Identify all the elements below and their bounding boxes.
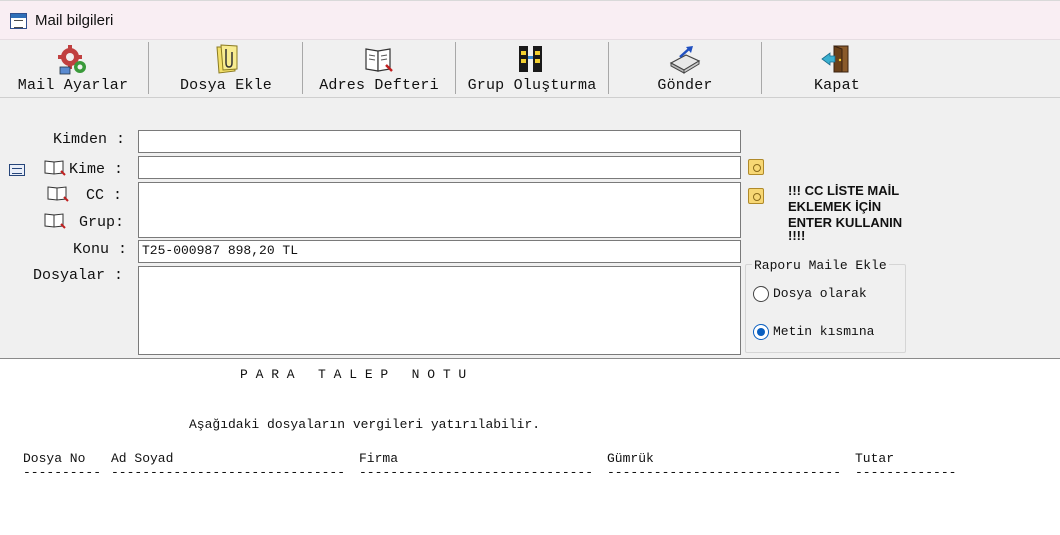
toolbar-separator xyxy=(455,42,456,94)
address-book-icon[interactable] xyxy=(44,211,66,229)
exit-door-icon xyxy=(821,45,849,73)
to-field[interactable] xyxy=(138,156,741,179)
toolbar-separator xyxy=(761,42,762,94)
column-header: Firma xyxy=(359,451,399,466)
address-book-label: Adres Defteri xyxy=(319,77,439,94)
column-header: Gümrük xyxy=(607,451,654,466)
mail-settings-label: Mail Ayarlar xyxy=(17,77,129,94)
files-label: Dosyalar : xyxy=(33,267,124,284)
notice-line: ENTER KULLANIN xyxy=(788,215,903,230)
window-icon xyxy=(10,13,27,29)
column-header: Dosya No xyxy=(23,451,86,466)
close-label: Kapat xyxy=(813,77,860,94)
create-group-button[interactable]: Grup Oluşturma xyxy=(459,40,605,96)
attach-file-icon xyxy=(216,44,238,74)
report-preview[interactable]: P A R A T A L E P N O T U Aşağıdaki dosy… xyxy=(0,358,1060,535)
attach-file-button[interactable]: Dosya Ekle xyxy=(152,40,300,96)
attach-as-text-radio[interactable] xyxy=(753,324,769,340)
create-group-label: Grup Oluşturma xyxy=(467,77,597,94)
from-label: Kimden : xyxy=(53,131,126,148)
mail-settings-button[interactable]: Mail Ayarlar xyxy=(4,40,142,96)
files-field[interactable] xyxy=(138,266,741,355)
notice-line: EKLEMEK İÇİN xyxy=(788,199,882,214)
toolbar-separator xyxy=(608,42,609,94)
address-book-icon[interactable] xyxy=(44,158,66,176)
subject-label: Konu : xyxy=(73,241,128,258)
mail-settings-icon xyxy=(58,45,86,75)
notice-line: !!!! xyxy=(788,228,806,243)
attach-as-file-radio[interactable] xyxy=(753,286,769,302)
attach-file-label: Dosya Ekle xyxy=(179,77,272,94)
cc-enter-notice: !!! CC LİSTE MAİL EKLEMEK İÇİN ENTER KUL… xyxy=(788,183,928,243)
from-field[interactable] xyxy=(138,130,741,153)
column-header: Ad Soyad xyxy=(111,451,174,466)
cc-lookup-button[interactable] xyxy=(748,188,764,204)
group-label: Grup: xyxy=(79,214,125,231)
toolbar-separator xyxy=(302,42,303,94)
attach-as-file-label[interactable]: Dosya olarak xyxy=(773,286,867,301)
attach-as-text-label[interactable]: Metin kısmına xyxy=(773,324,874,339)
column-underline: ---------- xyxy=(23,465,102,480)
send-button[interactable]: Gönder xyxy=(612,40,758,96)
to-label: Kime : xyxy=(69,161,124,178)
column-underline: ------------------------------ xyxy=(607,465,842,480)
title-bar: Mail bilgileri xyxy=(0,0,1060,40)
address-book-button[interactable]: Adres Defteri xyxy=(308,40,450,96)
column-underline: ------------------------------ xyxy=(111,465,346,480)
send-icon xyxy=(669,46,701,74)
column-header: Tutar xyxy=(855,451,895,466)
address-book-icon xyxy=(365,48,393,72)
close-button[interactable]: Kapat xyxy=(766,40,908,96)
report-attach-group xyxy=(745,264,906,353)
create-group-icon xyxy=(519,46,542,72)
column-underline: ------------------------------ xyxy=(359,465,594,480)
subject-field[interactable]: T25-000987 898,20 TL xyxy=(138,240,741,263)
send-label: Gönder xyxy=(657,77,713,94)
window-title: Mail bilgileri xyxy=(35,12,114,29)
cc-label: CC : xyxy=(86,187,123,204)
column-underline: ------------- xyxy=(855,465,957,480)
address-book-icon[interactable] xyxy=(47,184,69,202)
report-sentence: Aşağıdaki dosyaların vergileri yatırılab… xyxy=(189,417,541,432)
report-attach-title: Raporu Maile Ekle xyxy=(752,258,889,273)
report-heading: P A R A T A L E P N O T U xyxy=(240,367,467,382)
contact-list-icon[interactable] xyxy=(9,164,25,176)
toolbar: Mail Ayarlar Dosya Ekle Adres Defteri Gr… xyxy=(0,40,1060,98)
to-lookup-button[interactable] xyxy=(748,159,764,175)
toolbar-separator xyxy=(148,42,149,94)
notice-line: !!! CC LİSTE MAİL xyxy=(788,183,900,198)
cc-field[interactable] xyxy=(138,182,741,238)
